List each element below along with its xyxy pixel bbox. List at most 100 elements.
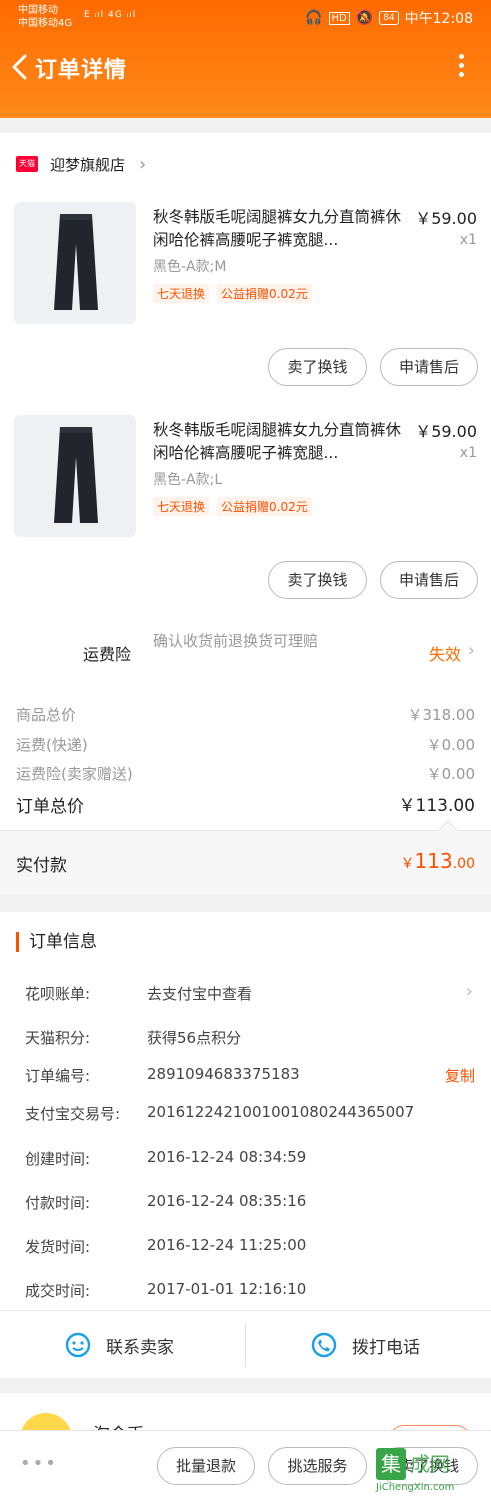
order-total-value: ￥113.00 (398, 796, 475, 816)
phone-icon (311, 1332, 337, 1358)
info-value: 2016-12-24 08:34:59 (147, 1148, 307, 1166)
contact-seller-button[interactable]: 联系卖家 (64, 1311, 174, 1379)
contact-bar: 联系卖家 拨打电话 (0, 1310, 491, 1378)
carrier-info: 中国移动 中国移动4G (18, 4, 72, 30)
status-bar: 中国移动 中国移动4G E ᵢıl 4G ᵢıl 🎧 HD 🔕 84 中午12:… (0, 0, 491, 34)
points-row: 天猫积分: 获得56点积分 (0, 1027, 491, 1051)
paid-symbol: ￥ (400, 856, 415, 872)
created-time-row: 创建时间: 2016-12-24 08:34:59 (0, 1148, 491, 1172)
insurance-fee-label: 运费险(卖家赠送) (16, 765, 133, 783)
alipay-trade-row: 支付宝交易号: 2016122421001001080244365007 (0, 1103, 491, 1127)
goods-total-label: 商品总价 (16, 706, 77, 724)
insurance-fee-value: ￥0.00 (426, 765, 475, 783)
back-icon[interactable] (10, 53, 30, 81)
paid-dec: .00 (452, 856, 475, 872)
info-label: 付款时间: (25, 1194, 91, 1212)
carrier-1: 中国移动 (18, 5, 58, 16)
headphone-icon: 🎧 (305, 10, 323, 26)
product-image (14, 415, 136, 537)
select-service-button[interactable]: 挑选服务 (268, 1447, 367, 1485)
info-value: 2016122421001001080244365007 (147, 1103, 415, 1121)
tag-return: 七天退换 (153, 497, 210, 516)
info-label: 成交时间: (25, 1282, 91, 1300)
hd-icon: HD (328, 11, 350, 25)
order-info-title: 订单信息 (16, 932, 97, 952)
shop-name: 迎梦旗舰店 (50, 155, 126, 174)
shipped-time-row: 发货时间: 2016-12-24 11:25:00 (0, 1236, 491, 1260)
product-name: 秋冬韩版毛呢阔腿裤女九分直筒裤休闲哈伦裤高腰呢子裤宽腿... (153, 208, 402, 249)
paid-time-row: 付款时间: 2016-12-24 08:35:16 (0, 1192, 491, 1216)
sell-button[interactable]: 卖了换钱 (268, 561, 367, 599)
paid-label: 实付款 (16, 856, 67, 876)
more-icon[interactable] (459, 54, 465, 80)
huabei-row[interactable]: 花呗账单: 去支付宝中查看 › (0, 981, 491, 1007)
after-sale-button[interactable]: 申请售后 (380, 561, 478, 599)
paid-value: ￥113.00 (401, 849, 475, 873)
product-qty: x1 (459, 445, 477, 461)
order-info-card (0, 912, 491, 1378)
carrier-2: 中国移动4G (18, 18, 73, 29)
watermark-logo: 集 成网 JiChengXin.com (376, 1440, 488, 1498)
chevron-right-icon: › (465, 981, 473, 1002)
product-image (14, 202, 136, 324)
order-total-label: 订单总价 (16, 797, 84, 817)
chevron-right-icon: › (139, 153, 147, 175)
product-sku: 黑色-A款;L (153, 472, 223, 488)
coin-card: 淘金币 (0, 1393, 491, 1433)
info-label: 发货时间: (25, 1238, 91, 1256)
product-sku: 黑色-A款;M (153, 259, 227, 275)
product-tags: 七天退换 公益捐赠0.02元 (153, 284, 312, 303)
copy-button[interactable]: 复制 (445, 1065, 475, 1086)
more-dots-icon[interactable]: ••• (20, 1453, 58, 1474)
product-price: ￥59.00 (415, 209, 477, 228)
paid-bar: 实付款 ￥113.00 (0, 820, 491, 894)
shipping-value: ￥0.00 (426, 736, 475, 754)
info-value: 去支付宝中查看 (147, 985, 253, 1003)
call-button[interactable]: 拨打电话 (310, 1311, 420, 1379)
tag-donation: 公益捐赠0.02元 (217, 284, 312, 303)
watermark-text: 成网 (410, 1452, 450, 1476)
title-bar: 订单详情 (0, 42, 491, 92)
insurance-desc: 确认收货前退换货可理赔 (153, 632, 319, 650)
insurance-status: 失效 (428, 645, 461, 664)
tag-return: 七天退换 (153, 284, 210, 303)
product-tags: 七天退换 公益捐赠0.02元 (153, 497, 312, 516)
watermark-mark: 集 (376, 1448, 406, 1480)
paid-int: 113 (414, 849, 453, 873)
status-icons: 🎧 HD 🔕 84 中午12:08 (305, 8, 473, 28)
info-label: 天猫积分: (25, 1029, 91, 1047)
after-sale-button[interactable]: 申请售后 (380, 348, 478, 386)
chat-icon (65, 1332, 91, 1358)
pants-icon (54, 214, 98, 310)
closed-time-row: 成交时间: 2017-01-01 12:16:10 (0, 1280, 491, 1304)
info-label: 创建时间: (25, 1150, 91, 1168)
product-name: 秋冬韩版毛呢阔腿裤女九分直筒裤休闲哈伦裤高腰呢子裤宽腿... (153, 421, 402, 462)
info-label: 花呗账单: (25, 985, 91, 1003)
header: 中国移动 中国移动4G E ᵢıl 4G ᵢıl 🎧 HD 🔕 84 中午12:… (0, 0, 491, 118)
goods-total-value: ￥318.00 (407, 706, 476, 724)
signal-icon: E ᵢıl 4G ᵢıl (84, 10, 137, 20)
info-value: 2016-12-24 11:25:00 (147, 1236, 307, 1254)
product-qty: x1 (459, 232, 477, 248)
info-value: 2016-12-24 08:35:16 (147, 1192, 307, 1210)
divider (245, 1323, 246, 1367)
battery-icon: 84 (379, 11, 399, 25)
pants-icon (54, 427, 98, 523)
clock: 中午12:08 (404, 11, 473, 27)
sell-button[interactable]: 卖了换钱 (268, 348, 367, 386)
info-label: 支付宝交易号: (25, 1105, 121, 1123)
tag-donation: 公益捐赠0.02元 (217, 497, 312, 516)
batch-refund-button[interactable]: 批量退款 (157, 1447, 255, 1485)
order-number-row: 订单编号: 2891094683375183 复制 (0, 1065, 491, 1089)
insurance-label: 运费险 (83, 645, 132, 664)
page-title: 订单详情 (35, 58, 128, 83)
contact-seller-label: 联系卖家 (106, 1337, 174, 1358)
info-value: 2891094683375183 (147, 1065, 300, 1083)
mute-icon: 🔕 (355, 10, 374, 26)
tmall-icon: 天猫 (16, 156, 38, 172)
info-label: 订单编号: (25, 1067, 91, 1085)
info-value: 2017-01-01 12:16:10 (147, 1280, 307, 1298)
watermark-url: JiChengXin.com (376, 1482, 455, 1493)
chevron-right-icon: › (467, 640, 475, 661)
shop-row[interactable]: 天猫 迎梦旗舰店 › (16, 152, 146, 176)
